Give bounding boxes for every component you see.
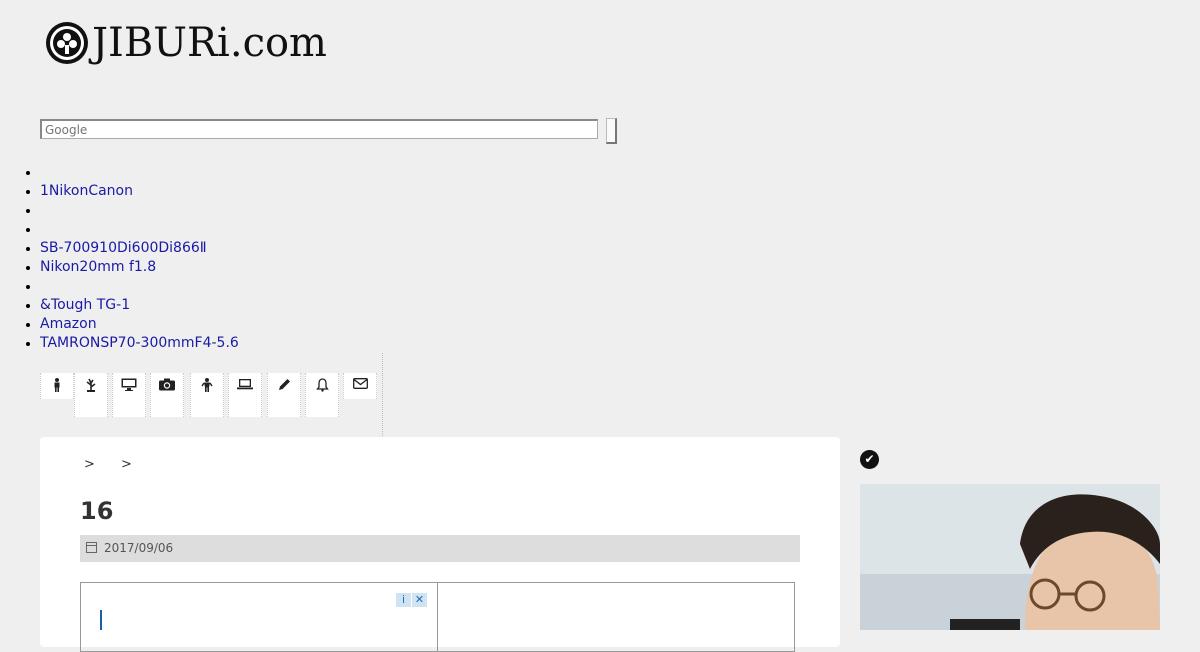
- category-icon-nav: [40, 353, 383, 436]
- nav-camera-button[interactable]: [150, 373, 184, 417]
- laptop-icon: [229, 378, 261, 394]
- breadcrumb: > >: [84, 457, 154, 472]
- ad-block: i ✕: [80, 582, 795, 652]
- pencil-icon: [268, 378, 300, 395]
- nav-laptop-button[interactable]: [228, 373, 262, 417]
- article-card: > > 16 2017/09/06 i ✕: [40, 437, 840, 652]
- search-button[interactable]: [606, 118, 617, 144]
- breadcrumb-separator: >: [121, 457, 132, 472]
- child-icon: [191, 378, 223, 396]
- calendar-icon: [86, 542, 97, 553]
- camera-icon: [151, 378, 183, 395]
- link-item[interactable]: Nikon20mm f1.8: [40, 258, 239, 277]
- search-box: [40, 118, 617, 144]
- plant-icon: [75, 378, 107, 396]
- nav-monitor-button[interactable]: [112, 373, 146, 417]
- link-item[interactable]: [40, 163, 239, 182]
- bell-icon: [306, 378, 338, 396]
- site-logo[interactable]: JIBURi.com: [44, 20, 327, 66]
- ad-divider: [437, 583, 438, 651]
- search-input[interactable]: [40, 119, 598, 139]
- link-item[interactable]: [40, 201, 239, 220]
- nav-pencil-button[interactable]: [267, 373, 301, 417]
- nav-plant-button[interactable]: [74, 373, 108, 417]
- link-item[interactable]: Amazon: [40, 315, 239, 334]
- publish-date: 2017/09/06: [104, 541, 174, 555]
- emblem-icon: [46, 22, 88, 64]
- link-item[interactable]: TAMRONSP70-300mmF4-5.6: [40, 334, 239, 353]
- profile-photo: [860, 484, 1160, 630]
- nav-envelope-button[interactable]: [343, 373, 377, 399]
- link-item[interactable]: 1NikonCanon: [40, 182, 239, 201]
- nav-person-button[interactable]: [40, 373, 74, 399]
- popular-links-list: 1NikonCanon SB-700910Di600Di866Ⅱ Nikon20…: [40, 163, 239, 353]
- person-icon: [41, 378, 73, 396]
- ad-info-icon[interactable]: i: [396, 593, 411, 607]
- article-title: 16: [80, 497, 114, 525]
- breadcrumb-separator: >: [84, 457, 95, 472]
- envelope-icon: [344, 378, 376, 393]
- ad-close-icon[interactable]: ✕: [412, 593, 427, 607]
- link-item[interactable]: [40, 220, 239, 239]
- link-item[interactable]: SB-700910Di600Di866Ⅱ: [40, 239, 239, 258]
- monitor-icon: [113, 378, 145, 395]
- logo-text: JIBURi.com: [92, 20, 327, 66]
- check-circle-icon: ✔: [860, 450, 879, 469]
- link-item[interactable]: &Tough TG-1: [40, 296, 239, 315]
- nav-bell-button[interactable]: [305, 373, 339, 417]
- ad-accent-bar: [100, 610, 102, 630]
- article-meta-bar: 2017/09/06: [80, 535, 800, 562]
- link-item[interactable]: [40, 277, 239, 296]
- nav-child-button[interactable]: [190, 373, 224, 417]
